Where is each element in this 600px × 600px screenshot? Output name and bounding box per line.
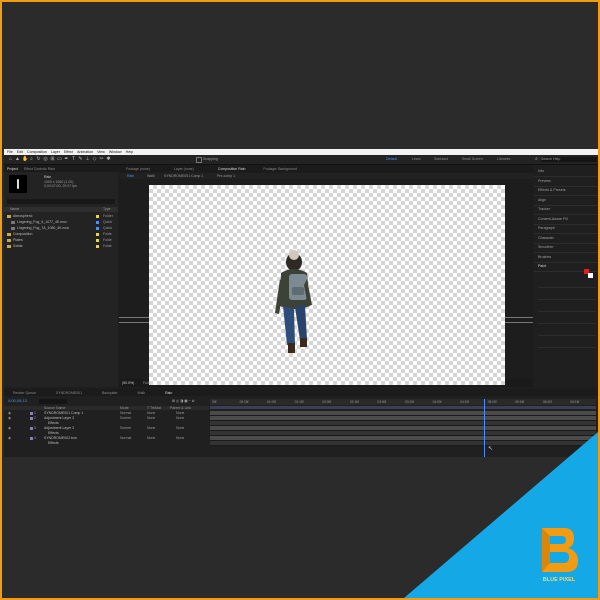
corner-triangle-decor (404, 432, 598, 598)
outer-frame: File Edit Composition Layer Effect Animation V… (0, 0, 600, 600)
logo-text: BLUE PIXEL (543, 577, 576, 583)
blue-pixel-logo: BLUE PIXEL (542, 528, 578, 583)
